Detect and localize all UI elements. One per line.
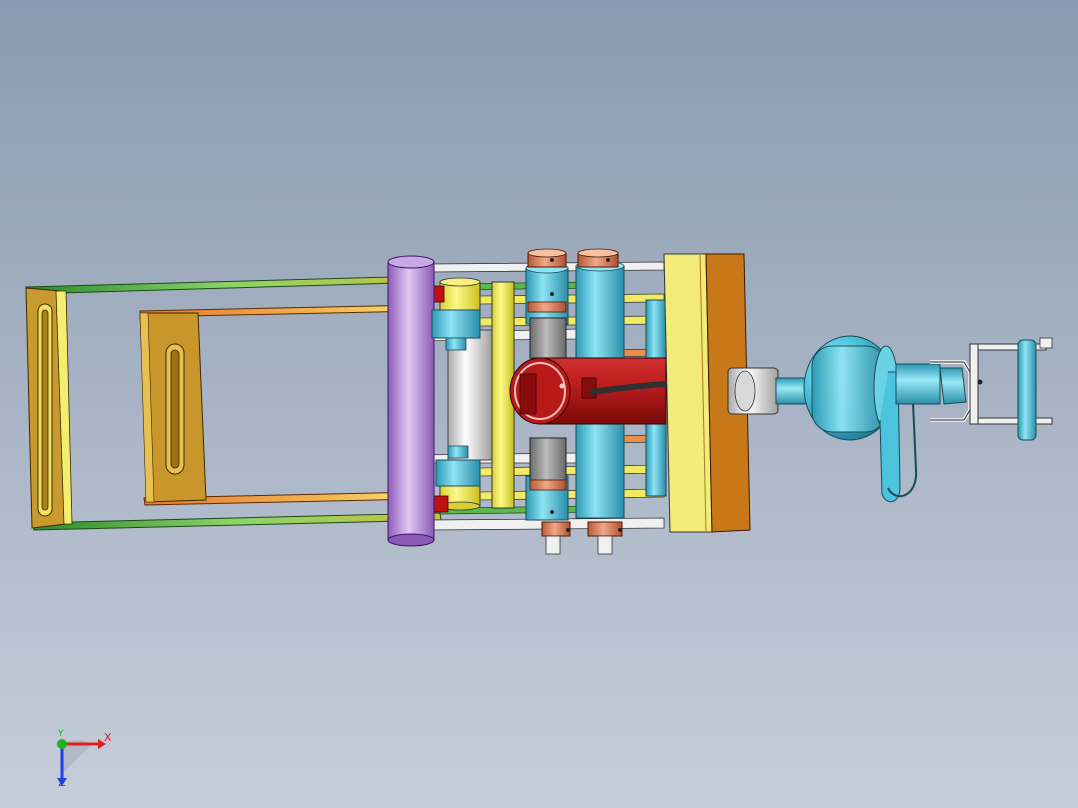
z-axis-label: Z	[58, 776, 66, 789]
y-axis-label: Y	[58, 729, 64, 739]
x-axis-label: X	[104, 731, 112, 744]
cad-3d-viewport[interactable]: X Y Z	[0, 0, 1078, 808]
view-orientation-triad: X Y Z	[44, 726, 124, 796]
purple-roller	[387, 255, 435, 547]
inner-frame	[139, 304, 422, 506]
y-axis-point	[57, 739, 67, 749]
triad-axes	[57, 739, 106, 786]
mechanism-assembly-model[interactable]	[0, 0, 1078, 808]
hook-assembly	[727, 335, 1053, 503]
red-cylinder	[509, 357, 667, 425]
